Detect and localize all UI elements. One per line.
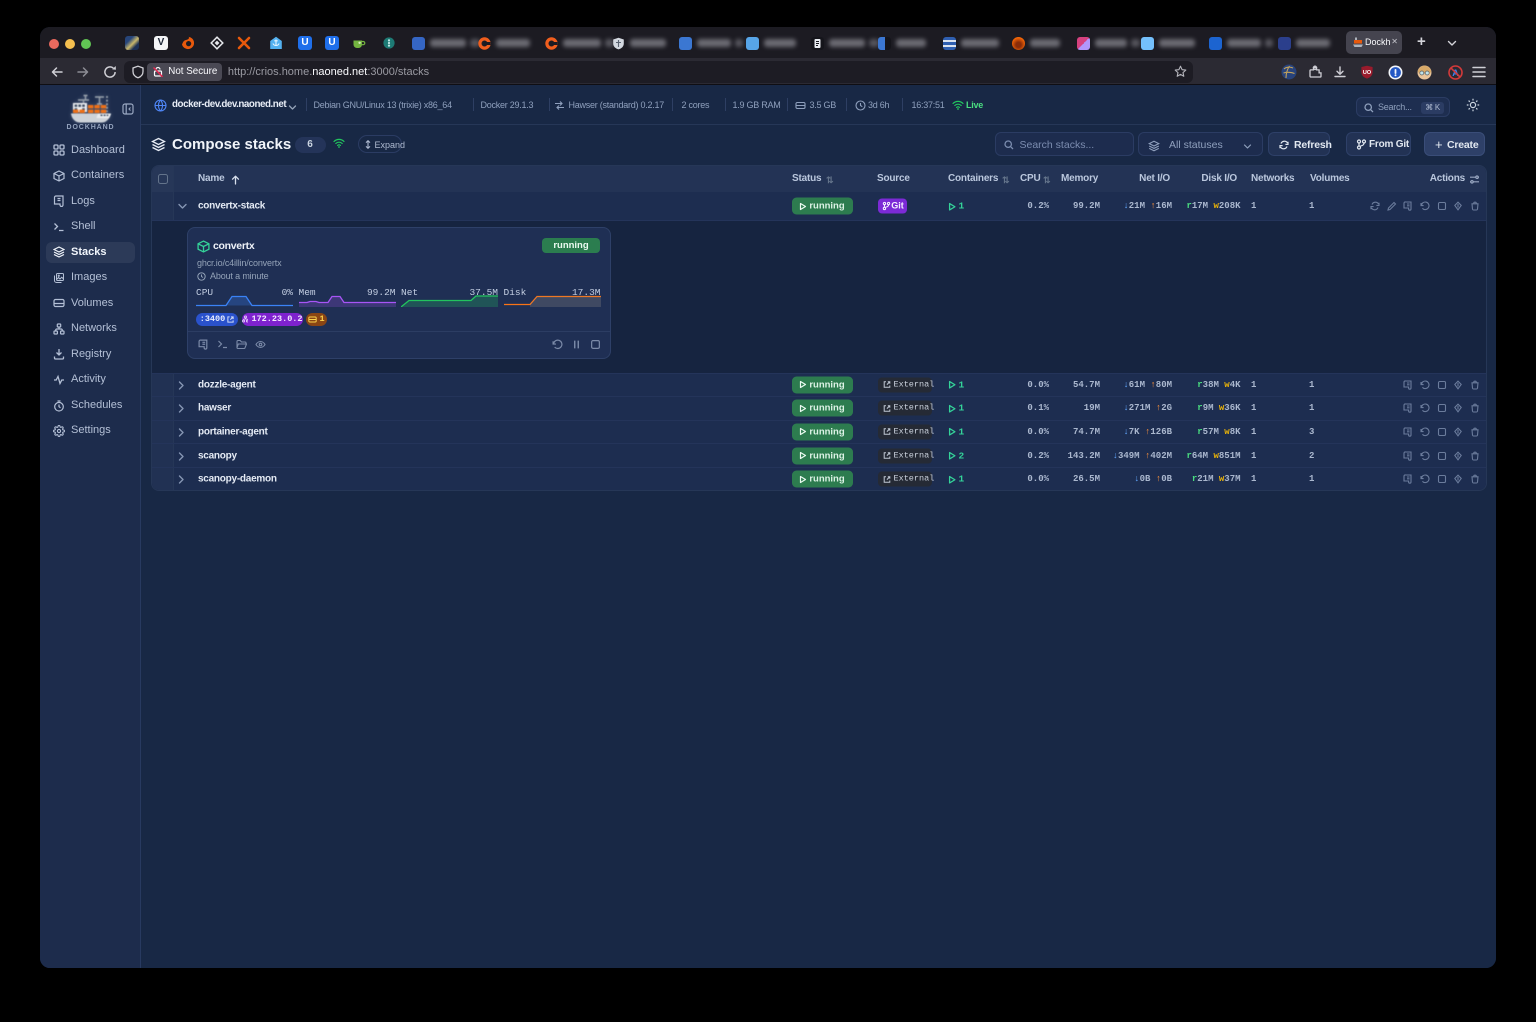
svg-text:UO: UO: [1363, 70, 1372, 76]
